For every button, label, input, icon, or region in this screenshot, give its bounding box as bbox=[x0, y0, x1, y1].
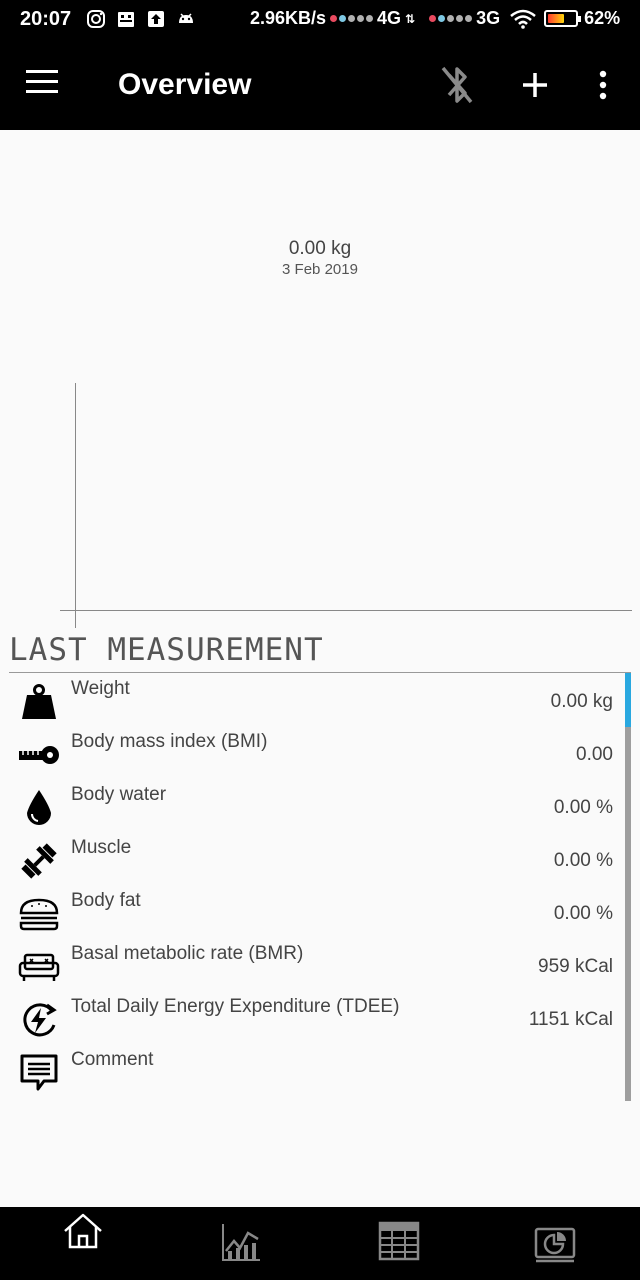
list-item-value: 1151 kCal bbox=[528, 1009, 613, 1030]
instagram-icon bbox=[87, 10, 105, 28]
dumbbell-icon bbox=[21, 843, 57, 879]
list-item-bmr[interactable]: Basal metabolic rate (BMR) 959 kCal bbox=[0, 938, 625, 991]
android-small-icon bbox=[179, 13, 193, 23]
weight-icon bbox=[22, 684, 56, 719]
status-bar: 20:07 2.96KB/s 4G ⇅ 3G 62% bbox=[0, 0, 640, 40]
list-item-label: Muscle bbox=[71, 837, 132, 858]
chart-point-date: 3 Feb 2019 bbox=[282, 261, 358, 278]
more-vert-icon[interactable] bbox=[590, 66, 616, 106]
list-item-bmi[interactable]: Body mass index (BMI) 0.00 bbox=[0, 726, 625, 779]
battery-percent: 62% bbox=[584, 8, 621, 28]
nav-table[interactable] bbox=[318, 1207, 478, 1280]
sofa-icon bbox=[18, 953, 60, 981]
statistics-icon bbox=[534, 1227, 576, 1263]
nav-overview[interactable] bbox=[4, 1207, 164, 1280]
notification-icons bbox=[86, 9, 196, 29]
wifi-icon bbox=[510, 9, 536, 29]
tape-measure-icon bbox=[19, 746, 59, 764]
list-item-label: Weight bbox=[71, 678, 130, 699]
comment-icon bbox=[20, 1054, 58, 1091]
list-item-body-fat[interactable]: Body fat 0.00 % bbox=[0, 885, 625, 938]
table-icon bbox=[378, 1221, 420, 1261]
menu-icon bbox=[26, 70, 62, 93]
status-time: 20:07 bbox=[20, 8, 72, 30]
network-speed: 2.96KB/s bbox=[250, 8, 327, 28]
list-item-value: 0.00 kg bbox=[550, 691, 613, 712]
list-item-label: Body fat bbox=[71, 890, 141, 911]
nav-statistics[interactable] bbox=[476, 1207, 636, 1280]
bluetooth-disabled-icon[interactable] bbox=[437, 62, 477, 108]
home-icon bbox=[64, 1213, 102, 1249]
list-scrollbar-thumb[interactable] bbox=[625, 673, 631, 727]
list-item-value: 0.00 bbox=[576, 744, 613, 765]
battery-icon bbox=[544, 10, 582, 27]
chart-y-axis bbox=[75, 383, 76, 628]
list-item-label: Basal metabolic rate (BMR) bbox=[71, 943, 304, 964]
upload-icon bbox=[148, 11, 164, 27]
signal-dots-icon bbox=[330, 15, 374, 22]
list-item-label: Comment bbox=[71, 1049, 154, 1070]
weight-chart[interactable]: 0.00 kg 3 Feb 2019 bbox=[0, 130, 640, 630]
network-type-1: 4G bbox=[377, 8, 402, 28]
nav-graph[interactable] bbox=[160, 1207, 320, 1280]
water-drop-icon bbox=[27, 790, 51, 825]
list-item-comment[interactable]: Comment bbox=[0, 1044, 625, 1097]
data-arrows-icon: ⇅ bbox=[405, 11, 416, 26]
list-item-label: Total Daily Energy Expenditure (TDEE) bbox=[71, 996, 400, 1017]
bottom-navigation bbox=[0, 1207, 640, 1280]
list-item-value: 0.00 % bbox=[553, 850, 613, 871]
list-item-body-water[interactable]: Body water 0.00 % bbox=[0, 779, 625, 832]
app-bar: Overview bbox=[0, 40, 640, 130]
page-title: Overview bbox=[118, 68, 252, 101]
network-type-2: 3G bbox=[476, 8, 501, 28]
android-icon bbox=[118, 12, 134, 27]
chart-point-value: 0.00 kg bbox=[288, 238, 352, 259]
chart-x-axis bbox=[60, 610, 632, 611]
energy-cycle-icon bbox=[23, 1003, 57, 1037]
list-item-muscle[interactable]: Muscle 0.00 % bbox=[0, 832, 625, 885]
graph-icon bbox=[222, 1224, 260, 1261]
status-right: 2.96KB/s 4G ⇅ 3G 62% bbox=[250, 8, 620, 29]
list-item-weight[interactable]: Weight 0.00 kg bbox=[0, 673, 625, 726]
list-item-value: 0.00 % bbox=[553, 903, 613, 924]
menu-button[interactable] bbox=[26, 70, 62, 100]
list-item-value: 959 kCal bbox=[538, 956, 613, 977]
list-item-label: Body water bbox=[71, 784, 167, 805]
list-item-label: Body mass index (BMI) bbox=[71, 731, 268, 752]
add-icon[interactable] bbox=[514, 64, 556, 106]
section-title: LAST MEASUREMENT bbox=[9, 632, 324, 668]
list-item-value: 0.00 % bbox=[553, 797, 613, 818]
list-item-tdee[interactable]: Total Daily Energy Expenditure (TDEE) 11… bbox=[0, 991, 625, 1044]
list-scrollbar[interactable] bbox=[625, 673, 631, 1101]
signal-dots-2-icon bbox=[429, 15, 473, 22]
burger-icon bbox=[19, 898, 59, 931]
